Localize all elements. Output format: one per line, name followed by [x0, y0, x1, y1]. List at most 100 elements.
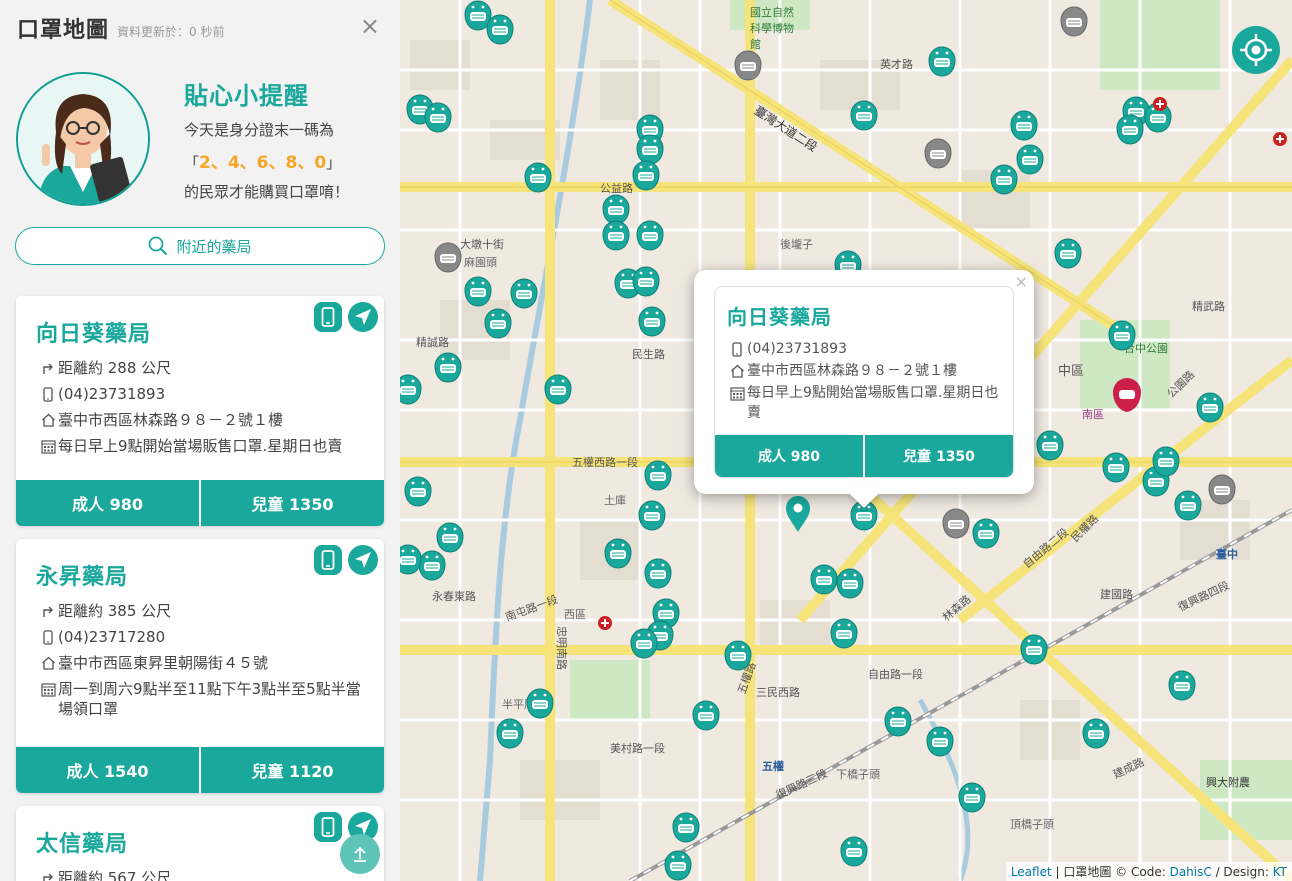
map[interactable]: 國立自然科學博物館 臺灣大道二段 英才路 公益路 麻園頭 後壠子 五權西路一段 … — [400, 0, 1292, 881]
header: 口罩地圖 資料更新於：0 秒前 × — [0, 0, 400, 56]
user-location-pin — [786, 496, 810, 532]
marker-selected — [1113, 378, 1141, 412]
attribution-text-1: | 口罩地圖 © Code: — [1051, 865, 1170, 879]
adult-stock: 成人 1540 — [66, 762, 149, 781]
card-actions — [314, 545, 378, 575]
home-icon — [38, 410, 58, 427]
note-text: 每日早上9點開始當場販售口罩.星期日也賣 — [58, 437, 343, 455]
pharmacy-card[interactable]: 永昇藥局 距離約 385 公尺 (04)23717280 臺中市西區東昇里朝陽街… — [16, 539, 384, 793]
phone-row: (04)23731893 — [38, 384, 370, 404]
mobile-icon — [38, 627, 58, 645]
search-icon — [149, 236, 168, 256]
update-status: 資料更新於：0 秒前 — [117, 24, 225, 39]
popup-info: (04)23731893 臺中市西區林森路９８－２號１樓 每日早上9點開始當場販… — [727, 339, 1003, 425]
turn-right-icon — [38, 358, 58, 375]
reminder-line-3: 的民眾才能購買口罩唷！ — [184, 183, 350, 201]
distance-row: 距離約 385 公尺 — [38, 601, 370, 621]
distance-row: 距離約 288 公尺 — [38, 358, 370, 378]
popup-child-stock: 兒童 1350 — [863, 435, 1013, 477]
home-icon — [38, 653, 58, 670]
distance-text: 距離約 385 公尺 — [58, 602, 172, 620]
pharmacy-name: 太信藥局 — [36, 832, 129, 857]
home-icon — [727, 361, 747, 378]
pharmacy-info: 距離約 385 公尺 (04)23717280 臺中市西區東昇里朝陽街４５號 周… — [38, 601, 370, 725]
calendar-icon — [38, 436, 58, 454]
distance-text: 距離約 288 公尺 — [58, 359, 172, 377]
leaflet-link[interactable]: Leaflet — [1011, 865, 1052, 879]
popup-phone[interactable]: (04)23731893 — [747, 339, 847, 359]
popup-note-row: 每日早上9點開始當場販售口罩.星期日也賣 — [727, 383, 1003, 423]
call-button[interactable] — [314, 812, 342, 842]
popup-stock-bar: 成人 980 兒童 1350 — [715, 435, 1013, 477]
navigate-button[interactable] — [348, 302, 378, 332]
note-row: 周一到周六9點半至11點下午3點半至5點半當場領口罩 — [38, 679, 370, 719]
call-button[interactable] — [314, 545, 342, 575]
pharmacy-info: 距離約 567 公尺 — [38, 868, 370, 881]
phone-row: (04)23717280 — [38, 627, 370, 647]
stock-bar: 成人 1540 兒童 1120 — [16, 747, 384, 793]
pharmacy-name: 向日葵藥局 — [36, 322, 152, 347]
distance-row: 距離約 567 公尺 — [38, 868, 370, 881]
address-row: 臺中市西區林森路９８－２號１樓 — [38, 410, 370, 430]
phone-icon — [321, 550, 335, 570]
locate-me-button[interactable] — [1232, 26, 1280, 74]
crosshair-icon — [1240, 34, 1272, 66]
pharmacist-avatar — [16, 72, 150, 206]
pharmacy-name: 永昇藥局 — [36, 565, 129, 590]
scroll-to-top-button[interactable] — [340, 834, 380, 874]
child-stock: 兒童 1120 — [199, 747, 384, 793]
mobile-icon — [38, 384, 58, 402]
popup-address: 臺中市西區林森路９８－２號１樓 — [747, 363, 957, 379]
close-quote: 」 — [326, 154, 342, 172]
popup-address-row: 臺中市西區林森路９８－２號１樓 — [727, 361, 1003, 381]
arrow-up-icon — [354, 846, 366, 862]
child-stock: 兒童 1350 — [199, 480, 384, 526]
app-title: 口罩地圖 — [17, 18, 110, 43]
mobile-icon — [727, 339, 747, 357]
note-text: 周一到周六9點半至11點下午3點半至5點半當場領口罩 — [58, 680, 361, 718]
map-attribution: Leaflet | 口罩地圖 © Code: DahisC / Design: … — [1005, 862, 1292, 881]
reminder-panel: 貼心小提醒 今天是身分證末一碼為 「2、4、6、8、0」 的民眾才能購買口罩唷！ — [16, 72, 386, 208]
pharmacy-card[interactable]: 向日葵藥局 距離約 288 公尺 (04)23731893 臺中市西區林森路９８… — [16, 296, 384, 526]
address-text: 臺中市西區東昇里朝陽街４５號 — [58, 654, 269, 672]
attribution-text-2: / Design: — [1211, 865, 1273, 879]
nearby-label: 附近的藥局 — [176, 237, 252, 256]
call-button[interactable] — [314, 302, 342, 332]
design-author-link[interactable]: KT — [1273, 865, 1287, 879]
pharmacy-card[interactable]: 太信藥局 距離約 567 公尺 — [16, 806, 384, 881]
pharmacist-illustration-icon — [18, 74, 148, 204]
popup-phone-row: (04)23731893 — [727, 339, 1003, 359]
phone-text: (04)23731893 — [58, 385, 166, 403]
code-author-link[interactable]: DahisC — [1170, 865, 1212, 879]
open-quote: 「 — [184, 154, 200, 172]
address-text: 臺中市西區林森路９８－２號１樓 — [58, 411, 284, 429]
popup-adult-stock: 成人 980 — [757, 449, 821, 465]
pharmacy-info: 距離約 288 公尺 (04)23731893 臺中市西區林森路９８－２號１樓 … — [38, 358, 370, 462]
popup-note: 每日早上9點開始當場販售口罩.星期日也賣 — [747, 385, 999, 421]
reminder-line-2: 「2、4、6、8、0」 — [184, 148, 384, 173]
card-actions — [314, 302, 378, 332]
pharmacy-popup: × 向日葵藥局 (04)23731893 臺中市西區林森路９８－２號１樓 每日早… — [694, 270, 1034, 509]
reminder-line-1: 今天是身分證末一碼為 — [184, 121, 335, 139]
turn-right-icon — [38, 601, 58, 618]
navigation-arrow-icon — [355, 309, 371, 325]
close-sidebar-button[interactable]: × — [360, 14, 380, 38]
popup-pharmacy-name: 向日葵藥局 — [727, 305, 832, 329]
note-row: 每日早上9點開始當場販售口罩.星期日也賣 — [38, 436, 370, 456]
id-numbers: 2、4、6、8、0 — [199, 153, 327, 173]
adult-stock: 成人 980 — [72, 495, 143, 514]
turn-right-icon — [38, 868, 58, 881]
phone-text: (04)23717280 — [58, 628, 166, 646]
navigate-button[interactable] — [348, 545, 378, 575]
reminder-text: 貼心小提醒 今天是身分證末一碼為 「2、4、6、8、0」 的民眾才能購買口罩唷！ — [184, 76, 384, 202]
sidebar: 口罩地圖 資料更新於：0 秒前 × 貼心小提醒 今天是身分證末一碼為 「2、4、… — [0, 0, 400, 881]
nearby-pharmacies-button[interactable]: 附近的藥局 — [15, 227, 385, 265]
calendar-icon — [38, 679, 58, 697]
calendar-icon — [727, 383, 747, 401]
stock-bar: 成人 980 兒童 1350 — [16, 480, 384, 526]
phone-icon — [321, 307, 335, 327]
popup-close-button[interactable]: × — [1015, 272, 1028, 291]
navigation-arrow-icon — [355, 552, 371, 568]
address-row: 臺中市西區東昇里朝陽街４５號 — [38, 653, 370, 673]
phone-icon — [321, 817, 335, 837]
